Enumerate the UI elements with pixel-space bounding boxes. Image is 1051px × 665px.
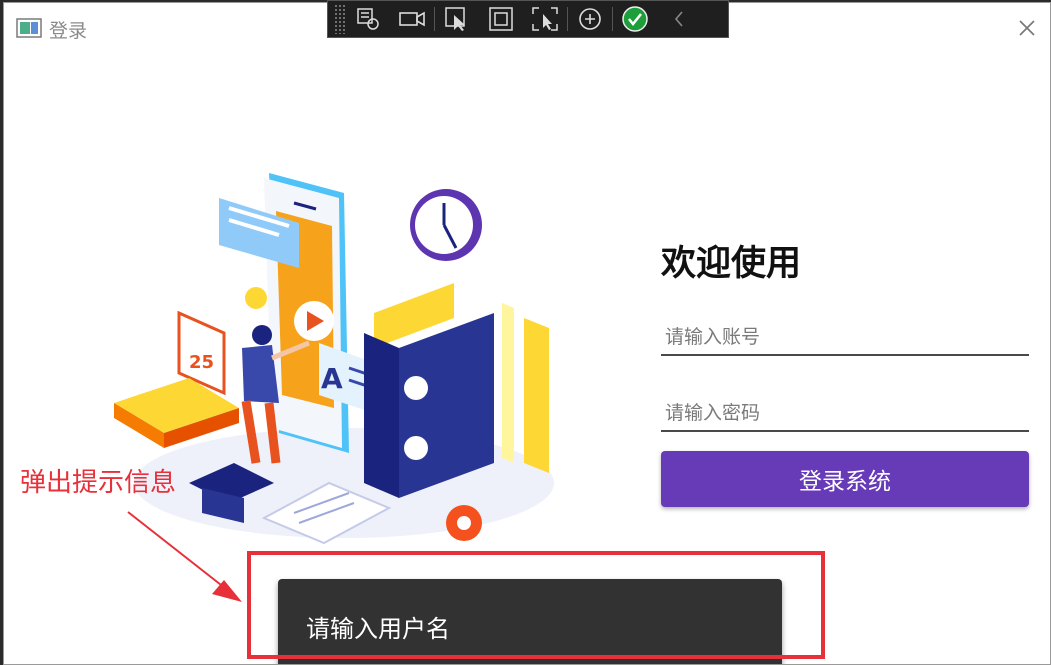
track-focus-icon[interactable]	[523, 0, 567, 38]
layout-adorner-icon[interactable]	[479, 0, 523, 38]
live-visual-tree-icon[interactable]	[346, 0, 390, 38]
annotation-highlight-box	[247, 551, 825, 659]
record-icon[interactable]	[390, 0, 434, 38]
login-button[interactable]: 登录系统	[661, 451, 1029, 507]
debug-toolbar	[327, 0, 729, 38]
close-icon	[1019, 20, 1035, 36]
welcome-heading: 欢迎使用	[661, 244, 802, 284]
hot-reload-ok-icon[interactable]	[613, 0, 657, 38]
select-element-icon[interactable]	[435, 0, 479, 38]
app-icon	[16, 18, 42, 38]
account-input[interactable]	[661, 320, 1029, 356]
drag-grip-icon[interactable]	[334, 4, 346, 34]
annotation-arrow-icon	[127, 511, 242, 602]
close-button[interactable]	[1012, 13, 1042, 43]
phone-illustration	[264, 173, 349, 453]
collapse-icon[interactable]	[657, 0, 701, 38]
window-title: 登录	[49, 20, 88, 42]
binding-failures-icon[interactable]	[568, 0, 612, 38]
a-badge: A	[321, 362, 343, 395]
annotation-label: 弹出提示信息	[20, 468, 177, 498]
calendar-day: 25	[189, 352, 214, 373]
password-input[interactable]	[661, 396, 1029, 432]
